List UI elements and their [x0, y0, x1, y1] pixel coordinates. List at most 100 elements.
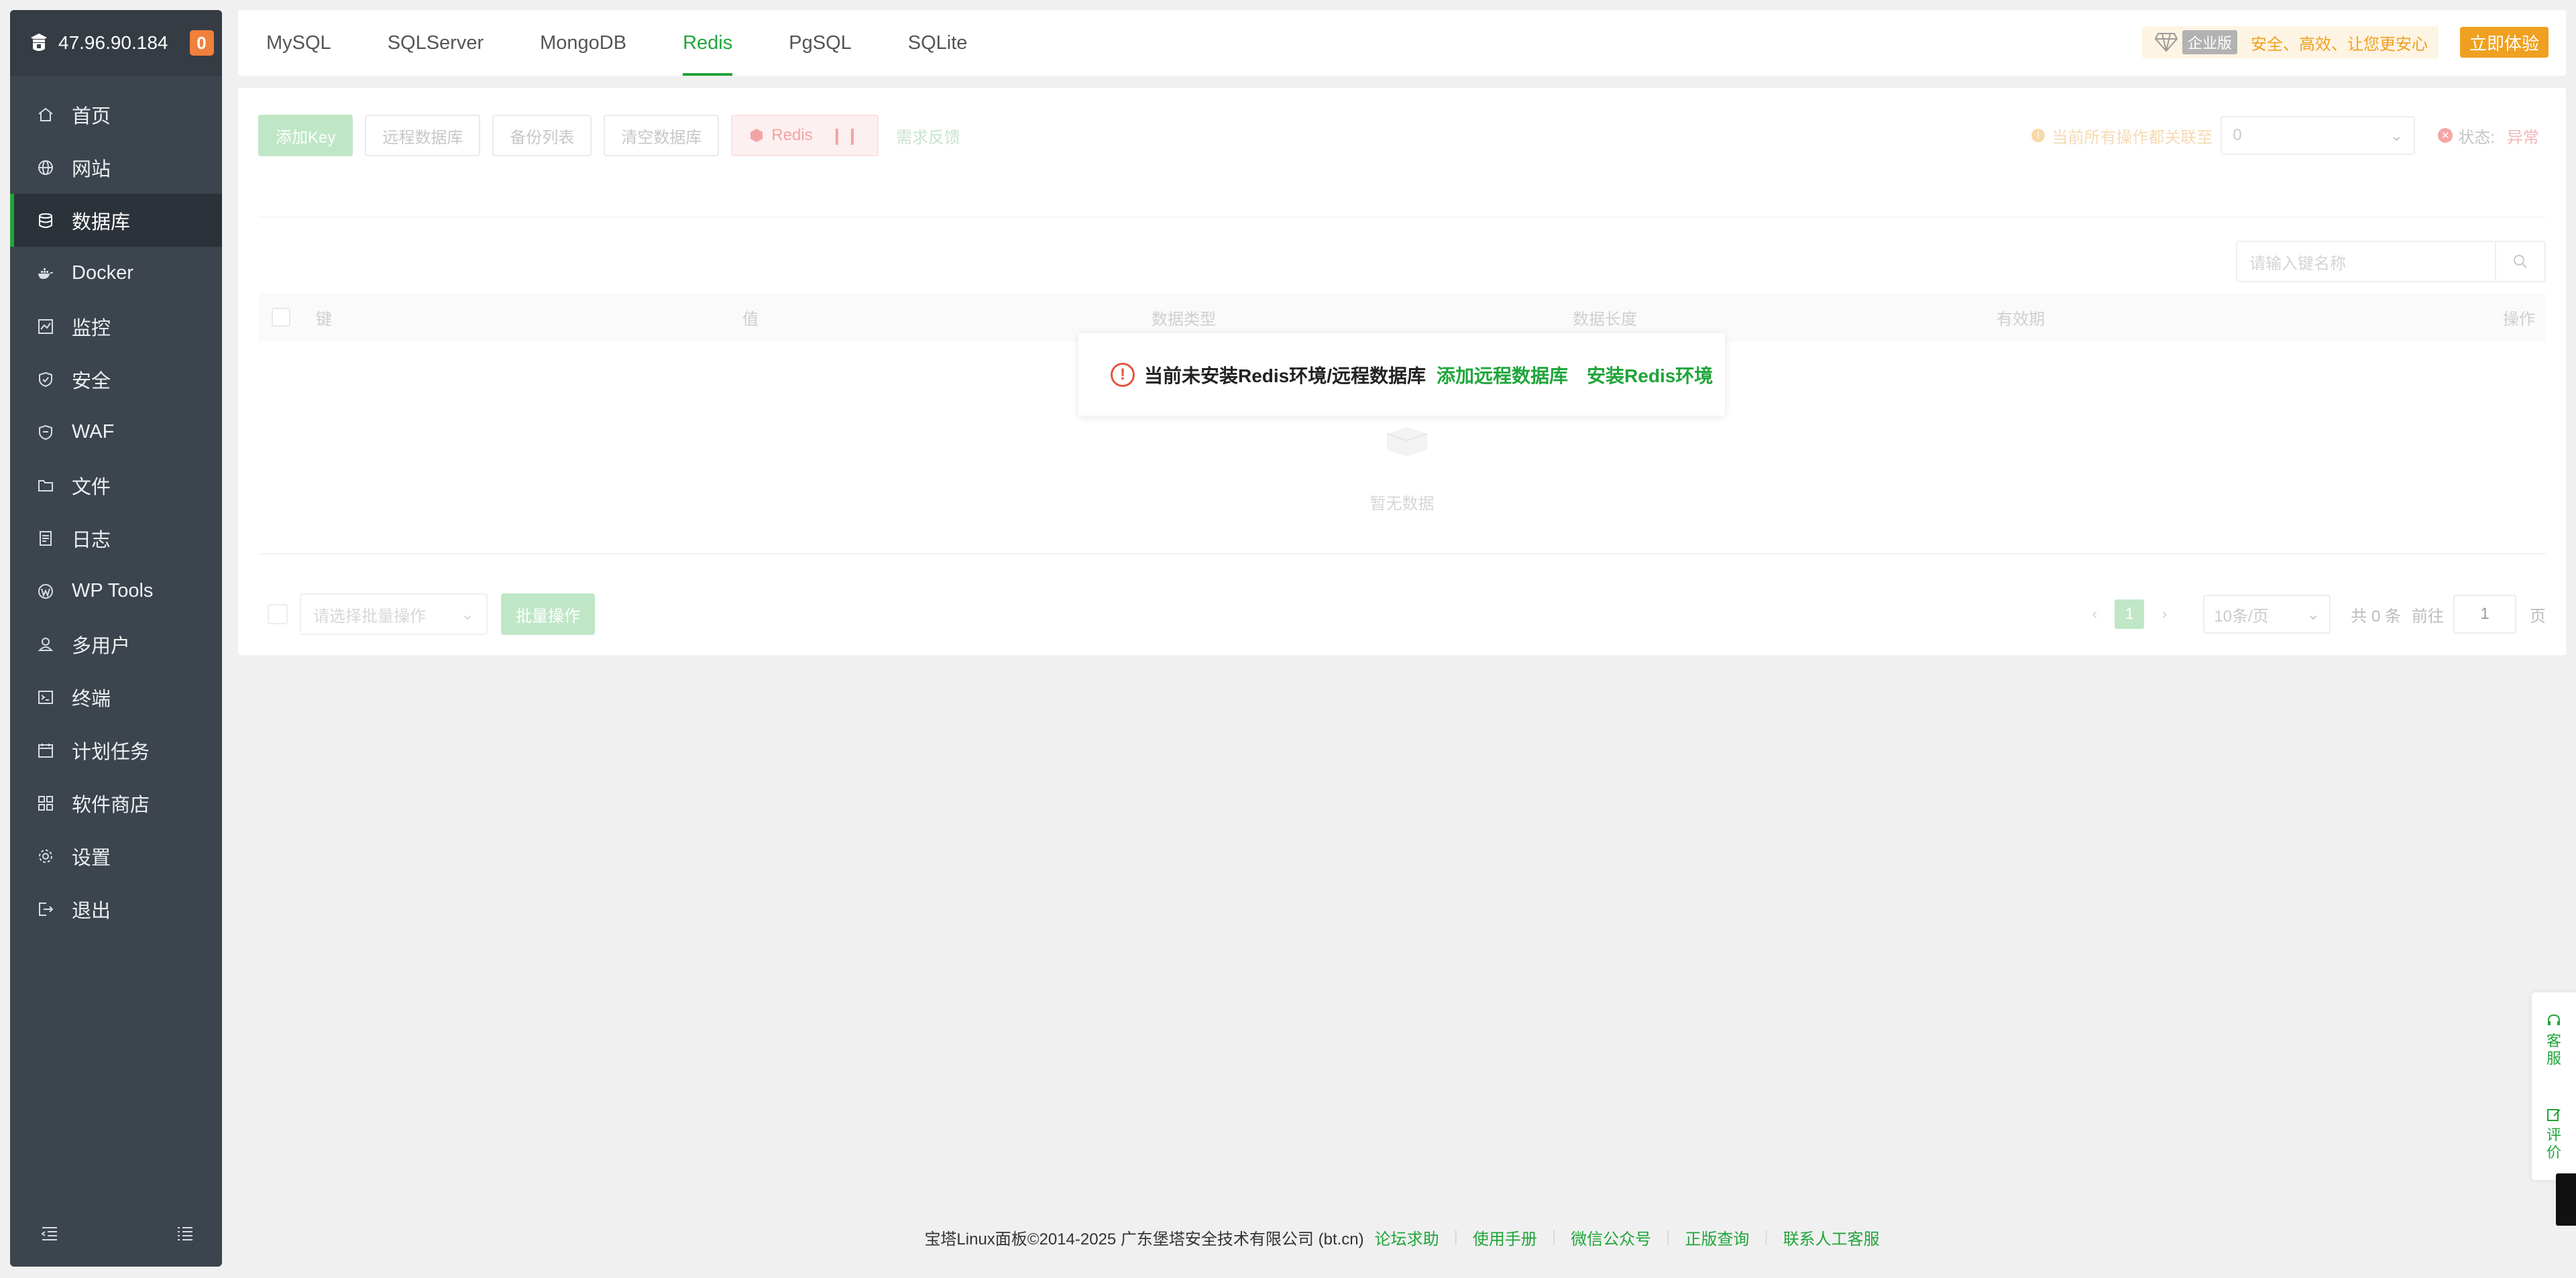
sidebar-item-label: 终端	[72, 688, 111, 710]
sidebar-item-label: 文件	[72, 476, 111, 498]
footer-link-wechat[interactable]: 微信公众号	[1571, 1226, 1651, 1249]
chevron-down-icon: ⌄	[2390, 126, 2404, 145]
table-footer: 请选择批量操作 ⌄ 批量操作 ‹ 1 › 10条/页 ⌄ 共 0 条 前往 1 …	[258, 593, 2546, 635]
prev-page-icon[interactable]: ‹	[2082, 605, 2107, 624]
goto-page-input[interactable]: 1	[2453, 595, 2516, 634]
batch-action-select[interactable]: 请选择批量操作 ⌄	[300, 593, 488, 635]
sidebar-item-settings[interactable]: 设置	[10, 829, 222, 882]
column-value: 值	[742, 310, 759, 329]
review-button[interactable]: 评价	[2532, 1106, 2576, 1161]
floating-help-panel: 客服 评价	[2532, 992, 2576, 1180]
page-number[interactable]: 1	[2115, 599, 2145, 629]
sidebar-footer	[10, 1201, 222, 1267]
install-redis-link[interactable]: 安装Redis环境	[1587, 361, 1713, 388]
footer-link-support[interactable]: 联系人工客服	[1783, 1226, 1880, 1249]
page-size-value: 10条/页	[2214, 607, 2269, 626]
sidebar-item-terminal[interactable]: 终端	[10, 671, 222, 723]
sidebar-item-app-store[interactable]: 软件商店	[10, 776, 222, 829]
sidebar-item-waf[interactable]: WAF	[10, 406, 222, 459]
tab-mongodb[interactable]: MongoDB	[540, 10, 626, 76]
db-scope-hint-text: 当前所有操作都关联至	[2052, 128, 2213, 147]
remote-database-button[interactable]: 远程数据库	[365, 115, 481, 156]
page-footer: 宝塔Linux面板©2014-2025 广东堡塔安全技术有限公司 (bt.cn)…	[238, 1224, 2566, 1250]
globe-icon	[37, 159, 54, 176]
sidebar-item-label: 网站	[72, 158, 111, 180]
state-label: 状态:	[2458, 128, 2495, 147]
copyright-text: 宝塔Linux面板©2014-2025 广东堡塔安全技术有限公司 (bt.cn)	[924, 1230, 1364, 1248]
sidebar-item-monitor[interactable]: 监控	[10, 300, 222, 353]
enterprise-edition-label: 企业版	[2182, 30, 2237, 54]
logout-icon	[37, 901, 54, 918]
tab-sqlserver[interactable]: SQLServer	[388, 10, 484, 76]
sidebar-item-database[interactable]: 数据库	[10, 194, 222, 247]
sidebar-item-logout[interactable]: 退出	[10, 882, 222, 935]
sidebar-item-label: 退出	[72, 900, 111, 922]
search-input[interactable]: 请输入键名称	[2237, 250, 2495, 274]
customer-service-label: 客服	[2546, 1033, 2561, 1067]
chevron-down-icon: ⌄	[2306, 605, 2320, 624]
sidebar-item-home[interactable]: 首页	[10, 88, 222, 141]
page-size-select[interactable]: 10条/页 ⌄	[2203, 595, 2331, 634]
terminal-icon	[37, 689, 54, 706]
pause-icon: ❙❙	[830, 126, 861, 145]
database-select[interactable]: 0 ⌄	[2221, 116, 2416, 155]
sidebar-item-docker[interactable]: Docker	[10, 247, 222, 300]
add-key-button[interactable]: 添加Key	[258, 115, 353, 156]
sidebar-item-label: 数据库	[72, 211, 131, 233]
footer-separator: |	[1453, 1228, 1458, 1246]
sidebar-item-files[interactable]: 文件	[10, 459, 222, 512]
sidebar-item-label: Docker	[72, 262, 133, 284]
batch-action-button[interactable]: 批量操作	[501, 593, 595, 635]
sidebar-item-multi-user[interactable]: 多用户	[10, 618, 222, 671]
key-search[interactable]: 请输入键名称	[2236, 241, 2546, 282]
add-remote-database-link[interactable]: 添加远程数据库	[1437, 361, 1568, 388]
feedback-link[interactable]: 需求反馈	[896, 124, 960, 148]
enterprise-promo-box[interactable]: 企业版 安全、高效、让您更安心	[2141, 26, 2439, 58]
headset-icon	[2548, 1014, 2560, 1025]
next-page-icon[interactable]: ›	[2152, 605, 2176, 624]
sidebar-item-website[interactable]: 网站	[10, 141, 222, 194]
side-toggle-handle[interactable]	[2556, 1173, 2576, 1226]
try-now-button[interactable]: 立即体验	[2459, 27, 2549, 58]
footer-link-forum[interactable]: 论坛求助	[1375, 1226, 1439, 1249]
menu-list-icon[interactable]	[175, 1224, 195, 1244]
sidebar-item-security[interactable]: 安全	[10, 353, 222, 406]
tab-pgsql[interactable]: PgSQL	[789, 10, 852, 76]
column-ttl: 有效期	[1997, 310, 2045, 329]
footer-link-manual[interactable]: 使用手册	[1473, 1226, 1537, 1249]
backup-list-button[interactable]: 备份列表	[492, 115, 592, 156]
footer-separator: |	[1764, 1228, 1769, 1246]
grid-icon	[37, 795, 54, 812]
tab-mysql[interactable]: MySQL	[266, 10, 331, 76]
collapse-sidebar-icon[interactable]	[40, 1224, 60, 1244]
tab-sqlite[interactable]: SQLite	[908, 10, 968, 76]
sidebar-item-label: 计划任务	[72, 741, 150, 763]
cube-icon	[750, 129, 763, 142]
sidebar-item-cron[interactable]: 计划任务	[10, 723, 222, 776]
batch-select-checkbox[interactable]	[268, 604, 288, 624]
sidebar-item-label: WAF	[72, 421, 115, 443]
customer-service-button[interactable]: 客服	[2532, 1012, 2576, 1067]
sidebar-item-logs[interactable]: 日志	[10, 512, 222, 565]
toolbar-divider	[258, 217, 2546, 218]
sidebar-item-label: 设置	[72, 847, 111, 869]
server-ip[interactable]: 47.96.90.184	[58, 32, 168, 54]
footer-link-license[interactable]: 正版查询	[1685, 1226, 1749, 1249]
database-type-tabs: MySQL SQLServer MongoDB Redis PgSQL SQLi…	[238, 10, 2566, 76]
notification-badge[interactable]: 0	[189, 30, 214, 56]
pagination: ‹ 1 › 10条/页 ⌄ 共 0 条 前往 1 页	[2082, 593, 2546, 635]
redis-service-button[interactable]: Redis ❙❙	[731, 115, 879, 156]
search-button[interactable]	[2495, 242, 2544, 281]
service-state: ✕ 状态: 异常	[2438, 124, 2539, 148]
tab-redis[interactable]: Redis	[683, 10, 733, 76]
sidebar-item-wp-tools[interactable]: WP Tools	[10, 565, 222, 618]
clear-database-button[interactable]: 清空数据库	[604, 115, 720, 156]
calendar-icon	[37, 742, 54, 759]
bt-logo-icon	[31, 34, 47, 51]
gear-icon	[37, 848, 54, 865]
folder-icon	[37, 477, 54, 494]
select-all-checkbox[interactable]	[272, 308, 290, 327]
server-header: 47.96.90.184 0	[10, 10, 222, 76]
wordpress-icon	[37, 583, 54, 600]
batch-action-placeholder: 请选择批量操作	[313, 607, 426, 626]
